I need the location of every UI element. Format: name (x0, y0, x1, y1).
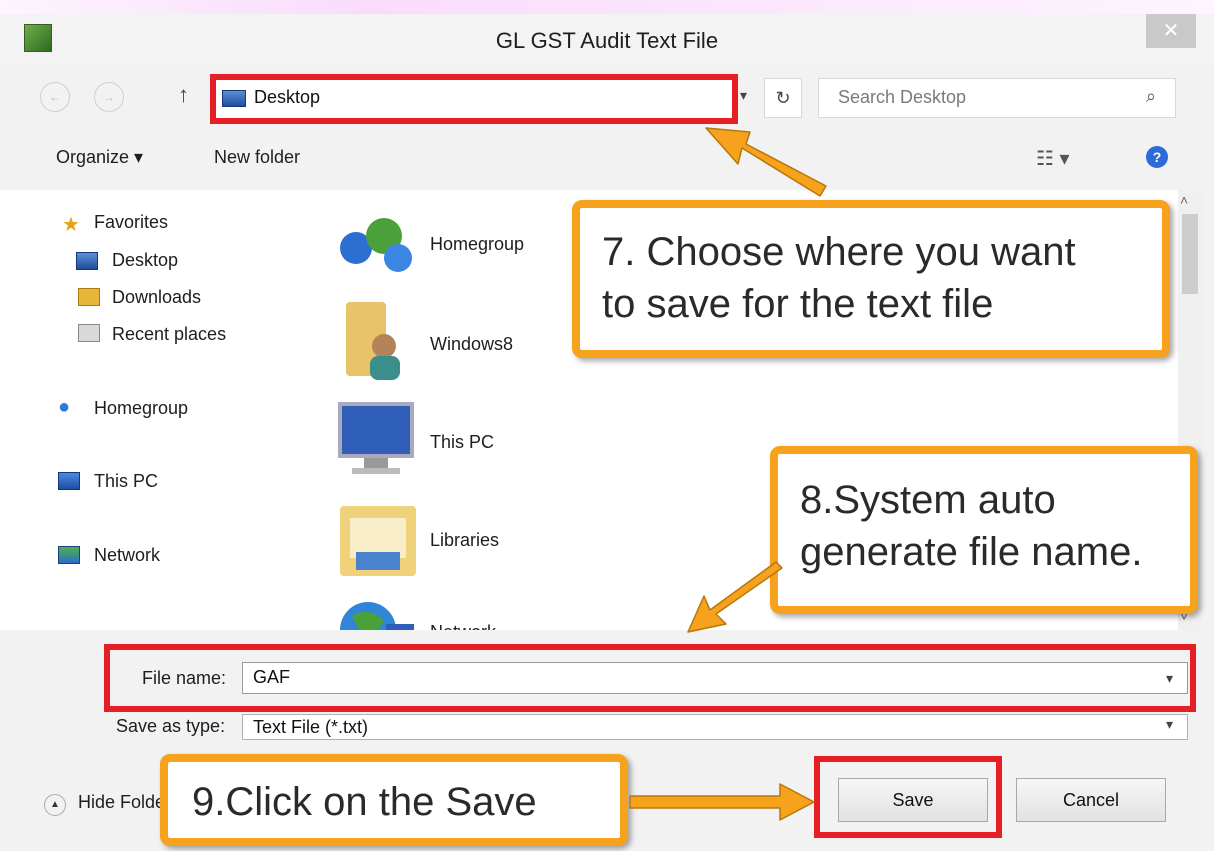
arrow-to-file-name (687, 561, 783, 633)
arrow-to-address-bar (705, 127, 827, 197)
arrow-to-save-button (629, 783, 815, 821)
callout-arrows (629, 127, 827, 821)
